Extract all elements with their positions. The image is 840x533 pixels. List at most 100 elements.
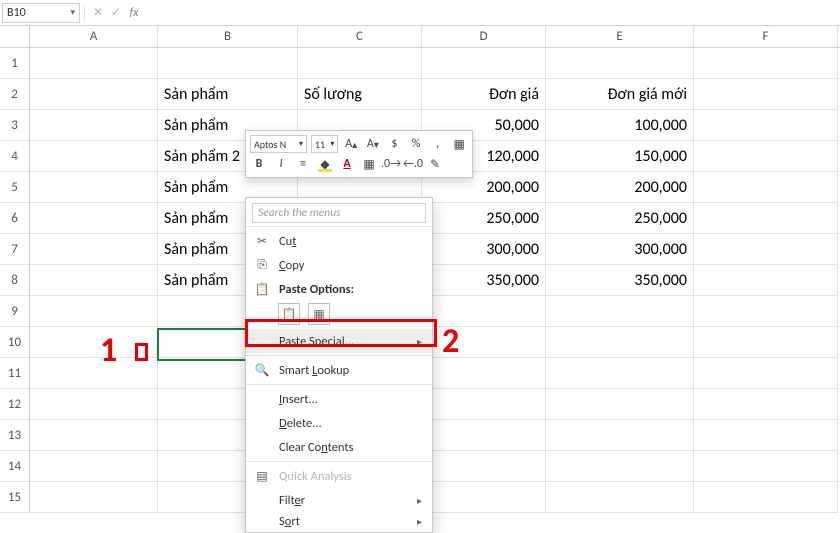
cell[interactable]: 100,000 — [546, 110, 694, 141]
cell[interactable]: 200,000 — [546, 172, 694, 203]
cell[interactable] — [30, 358, 158, 389]
menu-item-paste-special[interactable]: Paste Special... ▸ — [246, 329, 432, 353]
cell[interactable] — [546, 48, 694, 79]
context-menu[interactable]: Search the menus ✂ Cut ⎘ Copy 📋 Paste Op… — [245, 197, 433, 533]
italic-icon[interactable]: I — [272, 155, 290, 173]
cell[interactable] — [30, 451, 158, 482]
cell[interactable] — [694, 358, 838, 389]
menu-search-input[interactable]: Search the menus — [252, 203, 426, 223]
paste-option-values[interactable]: ▦ — [308, 303, 330, 325]
col-header-e[interactable]: E — [546, 26, 694, 47]
menu-item-cut[interactable]: ✂ Cut — [246, 229, 432, 253]
borders-icon[interactable]: ▦ — [360, 155, 378, 173]
row-header[interactable]: 2 — [0, 79, 30, 110]
formula-input[interactable] — [143, 3, 840, 23]
cell[interactable] — [694, 327, 838, 358]
col-header-f[interactable]: F — [694, 26, 838, 47]
col-header-c[interactable]: C — [298, 26, 422, 47]
cell[interactable] — [694, 48, 838, 79]
bold-icon[interactable]: B — [250, 155, 268, 173]
cell[interactable] — [546, 358, 694, 389]
menu-item-delete[interactable]: Delete... — [246, 411, 432, 435]
fx-icon[interactable]: fx — [125, 6, 143, 20]
menu-item-copy[interactable]: ⎘ Copy — [246, 253, 432, 277]
cell[interactable] — [30, 420, 158, 451]
col-header-a[interactable]: A — [30, 26, 158, 47]
cell[interactable] — [422, 420, 546, 451]
cell[interactable] — [422, 48, 546, 79]
align-icon[interactable]: ≡ — [294, 155, 312, 173]
row-header[interactable]: 11 — [0, 358, 30, 389]
row-header[interactable]: 8 — [0, 265, 30, 296]
cell[interactable] — [694, 79, 838, 110]
cell[interactable] — [546, 451, 694, 482]
cell[interactable] — [694, 203, 838, 234]
col-header-b[interactable]: B — [158, 26, 298, 47]
cell[interactable] — [694, 482, 838, 513]
decrease-decimal-icon[interactable]: ←.0 — [404, 155, 422, 173]
cell[interactable] — [422, 451, 546, 482]
menu-item-insert[interactable]: Insert... — [246, 387, 432, 411]
cell[interactable] — [694, 265, 838, 296]
format-painter-icon[interactable]: ✎ — [426, 155, 444, 173]
row-header[interactable]: 12 — [0, 389, 30, 420]
row-header[interactable]: 7 — [0, 234, 30, 265]
cell[interactable] — [694, 172, 838, 203]
cell[interactable] — [30, 79, 158, 110]
cell[interactable] — [30, 141, 158, 172]
cell[interactable] — [30, 172, 158, 203]
chevron-down-icon[interactable]: ▾ — [299, 139, 303, 149]
cell[interactable]: 300,000 — [422, 234, 546, 265]
cell[interactable]: Sản phẩm — [158, 79, 298, 110]
mini-toolbar[interactable]: Aptos N▾ 11▾ A▴ A▾ $ % , ▦ B I ≡ ◆ A ▦ .… — [245, 130, 473, 178]
font-size-picker[interactable]: 11▾ — [311, 135, 339, 153]
row-header[interactable]: 10 — [0, 327, 30, 358]
cell[interactable] — [30, 482, 158, 513]
cell[interactable]: 250,000 — [422, 203, 546, 234]
cell[interactable] — [30, 48, 158, 79]
row-header[interactable]: 4 — [0, 141, 30, 172]
currency-icon[interactable]: $ — [386, 135, 404, 153]
cell[interactable]: 250,000 — [546, 203, 694, 234]
row-header[interactable]: 6 — [0, 203, 30, 234]
cell[interactable] — [694, 234, 838, 265]
cell[interactable] — [546, 327, 694, 358]
cell[interactable] — [422, 482, 546, 513]
menu-item-smart-lookup[interactable]: 🔍 Smart Lookup — [246, 358, 432, 382]
cell[interactable] — [694, 451, 838, 482]
row-header[interactable]: 15 — [0, 482, 30, 513]
cell[interactable]: Đơn giá mới — [546, 79, 694, 110]
cell[interactable] — [30, 327, 158, 358]
cell[interactable]: 300,000 — [546, 234, 694, 265]
chevron-down-icon[interactable]: ▾ — [70, 7, 75, 18]
cell[interactable] — [30, 110, 158, 141]
cell[interactable] — [30, 296, 158, 327]
cell[interactable] — [546, 296, 694, 327]
cell[interactable]: Đơn giá — [422, 79, 546, 110]
cell[interactable]: Số lương — [298, 79, 422, 110]
cell[interactable] — [694, 296, 838, 327]
increase-font-icon[interactable]: A▴ — [342, 135, 360, 153]
cell[interactable] — [422, 296, 546, 327]
fill-color-icon[interactable]: ◆ — [316, 155, 334, 173]
menu-item-filter[interactable]: Filter ▸ — [246, 488, 432, 512]
cell[interactable] — [694, 389, 838, 420]
menu-item-clear-contents[interactable]: Clear Contents — [246, 435, 432, 459]
decrease-font-icon[interactable]: A▾ — [364, 135, 382, 153]
font-color-icon[interactable]: A — [338, 155, 356, 173]
col-header-d[interactable]: D — [422, 26, 546, 47]
row-header[interactable]: 9 — [0, 296, 30, 327]
cell[interactable] — [30, 203, 158, 234]
row-header[interactable]: 5 — [0, 172, 30, 203]
cell[interactable] — [422, 358, 546, 389]
row-header[interactable]: 3 — [0, 110, 30, 141]
spreadsheet-grid[interactable]: 1 2 Sản phẩm Số lương Đơn giá Đơn giá mớ… — [0, 48, 840, 513]
cell[interactable] — [158, 48, 298, 79]
cell[interactable] — [546, 389, 694, 420]
percent-icon[interactable]: % — [407, 135, 425, 153]
select-all-corner[interactable] — [0, 26, 30, 47]
cell[interactable]: 350,000 — [422, 265, 546, 296]
cell[interactable] — [30, 389, 158, 420]
menu-item-sort[interactable]: Sort ▸ — [246, 512, 432, 530]
cell[interactable] — [298, 48, 422, 79]
